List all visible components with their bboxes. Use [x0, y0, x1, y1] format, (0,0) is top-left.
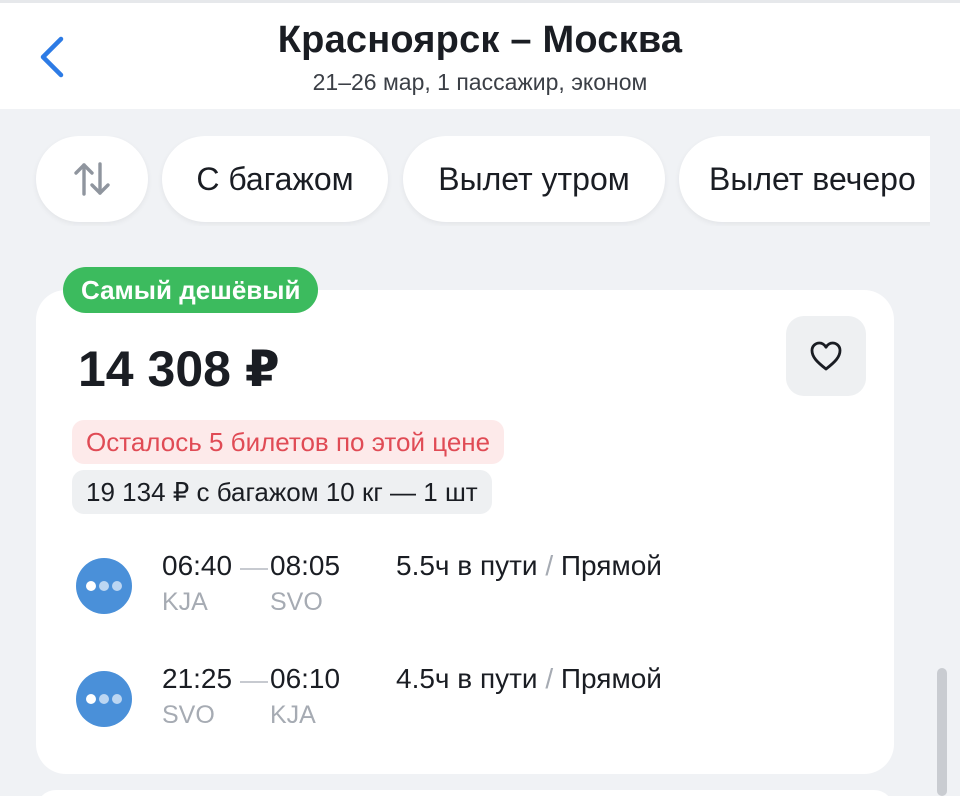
- favorite-button[interactable]: [786, 316, 866, 396]
- next-offer-card[interactable]: [36, 790, 894, 796]
- offer-card[interactable]: 14 308 ₽ Осталось 5 билетов по этой цене…: [36, 290, 894, 774]
- duration-slash: /: [545, 550, 554, 581]
- cheapest-badge: Самый дешёвый: [63, 267, 319, 313]
- filter-chip-morning[interactable]: Вылет утром: [403, 136, 665, 222]
- route-dash: –: [510, 19, 532, 61]
- departure-time: 21:25: [162, 663, 233, 694]
- duration-text: 4.5ч в пути: [396, 663, 538, 694]
- offer-price: 14 308 ₽: [78, 341, 280, 397]
- scrollbar[interactable]: [937, 668, 947, 796]
- sort-button[interactable]: [36, 136, 148, 222]
- departure-airport: KJA: [162, 588, 208, 616]
- flight-type: Прямой: [560, 550, 662, 581]
- sort-arrows-icon: [74, 162, 110, 196]
- arrival-airport: KJA: [270, 701, 316, 729]
- tickets-left-notice: Осталось 5 билетов по этой цене: [72, 420, 505, 464]
- flight-duration: 5.5ч в пути / Прямой: [396, 550, 662, 582]
- time-separator: [240, 568, 268, 570]
- flight-duration: 4.5ч в пути / Прямой: [396, 663, 662, 695]
- arrival-time: 06:10: [270, 663, 341, 694]
- departure-airport: SVO: [162, 701, 215, 729]
- heart-icon: [810, 341, 842, 371]
- time-separator: [240, 681, 268, 683]
- arrival-time: 08:05: [270, 550, 341, 581]
- duration-text: 5.5ч в пути: [396, 550, 538, 581]
- baggage-price: 19 134 ₽ с багажом 10 кг — 1 шт: [72, 470, 492, 514]
- header: Красноярск – Москва 21–26 мар, 1 пассажи…: [0, 3, 960, 109]
- flight-segment: 21:25 06:10 SVO KJA 4.5ч в пути / Прямой: [76, 663, 836, 735]
- flight-segment: 06:40 08:05 KJA SVO 5.5ч в пути / Прямой: [76, 550, 836, 622]
- arrival-airport: SVO: [270, 588, 323, 616]
- route-to: Москва: [542, 19, 683, 61]
- departure-time: 06:40: [162, 550, 233, 581]
- airline-logo: [76, 558, 132, 614]
- airline-logo: [76, 671, 132, 727]
- page-title: Красноярск – Москва: [0, 19, 960, 62]
- route-from: Красноярск: [277, 19, 500, 61]
- filter-chip-evening[interactable]: Вылет вечеро: [679, 136, 930, 222]
- filter-chip-baggage[interactable]: С багажом: [162, 136, 388, 222]
- page-subtitle: 21–26 мар, 1 пассажир, эконом: [312, 69, 648, 95]
- duration-slash: /: [545, 663, 554, 694]
- filter-bar: С багажом Вылет утром Вылет вечеро: [0, 136, 930, 226]
- flight-type: Прямой: [560, 663, 662, 694]
